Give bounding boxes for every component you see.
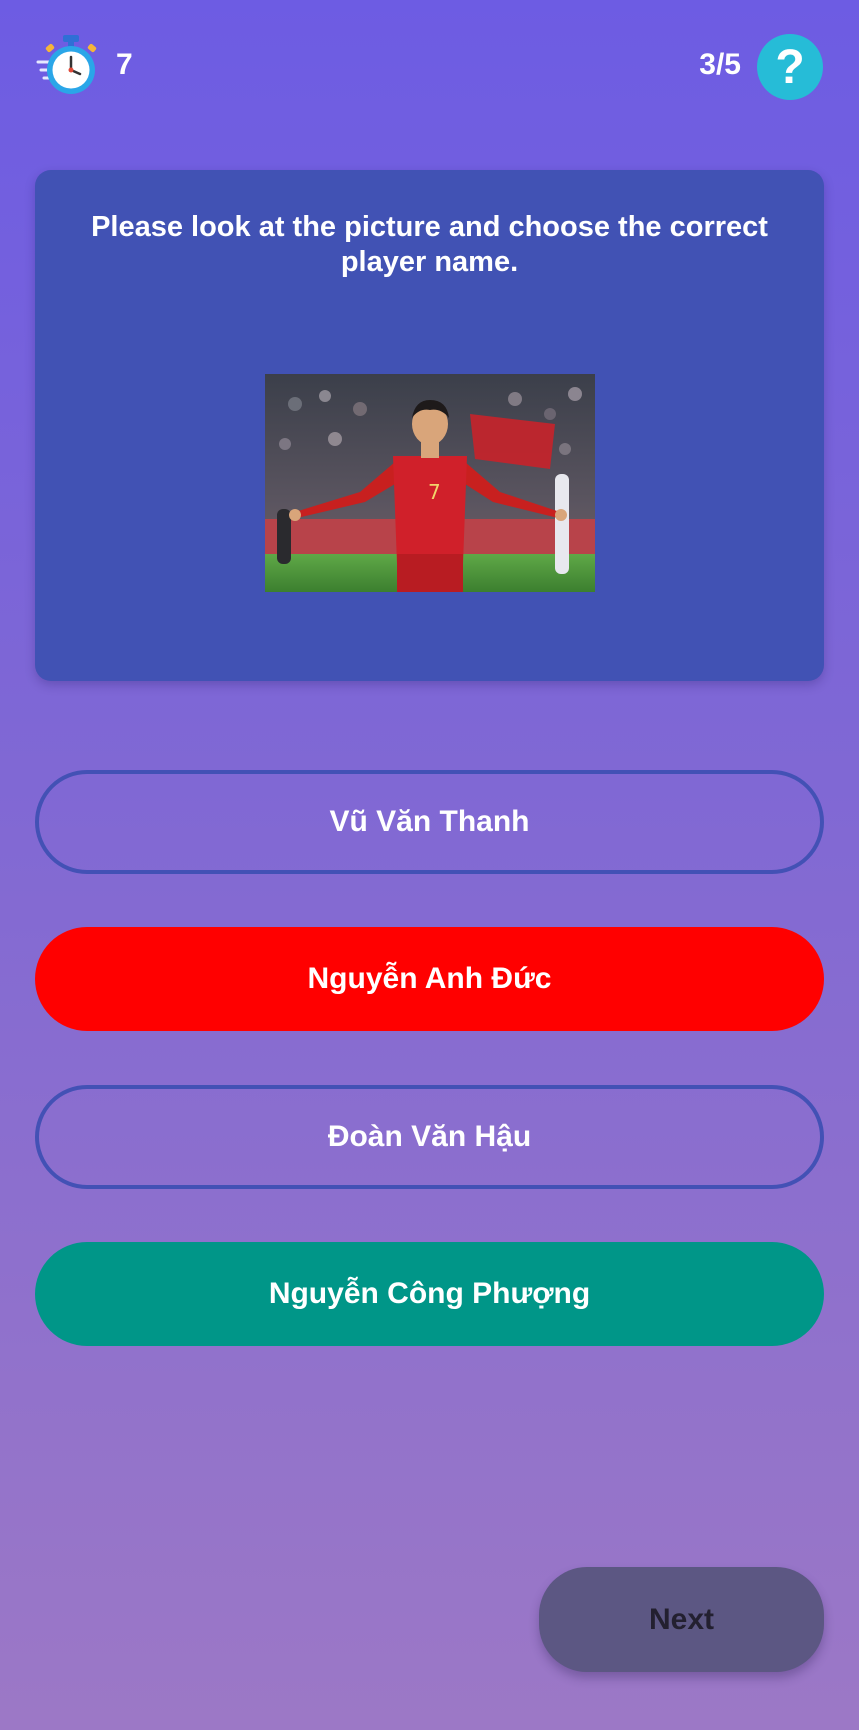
answer-option-4[interactable]: Nguyễn Công Phượng <box>35 1242 824 1346</box>
help-button[interactable]: ? <box>757 34 823 100</box>
svg-text:7: 7 <box>428 480 441 504</box>
question-icon: ? <box>775 40 805 94</box>
question-progress: 3/5 <box>699 48 741 81</box>
player-photo: 7 <box>265 374 595 592</box>
timer-value: 7 <box>116 48 133 81</box>
answer-option-2[interactable]: Nguyễn Anh Đức <box>35 927 824 1031</box>
stopwatch-icon <box>36 35 97 94</box>
next-button[interactable]: Next <box>539 1567 824 1672</box>
answer-option-3[interactable]: Đoàn Văn Hậu <box>35 1085 824 1189</box>
question-card: Please look at the picture and choose th… <box>35 170 824 681</box>
timer: 7 <box>36 32 133 98</box>
question-text: Please look at the picture and choose th… <box>91 211 768 278</box>
answer-option-1[interactable]: Vũ Văn Thanh <box>35 770 824 874</box>
